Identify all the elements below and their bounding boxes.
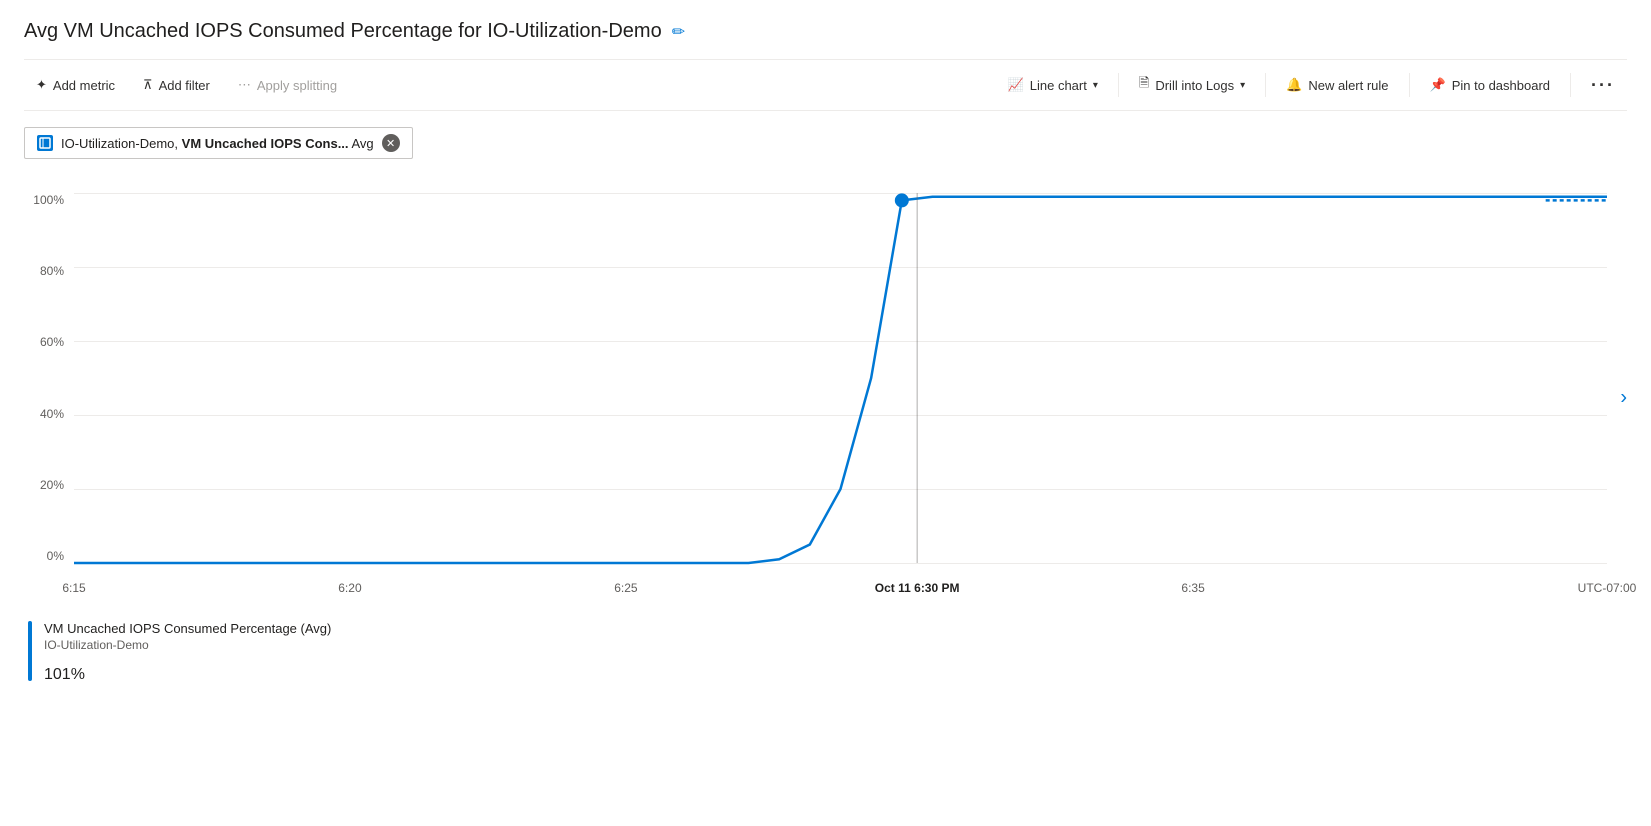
line-chart-label: Line chart [1030, 78, 1087, 93]
x-label-630: Oct 11 6:30 PM [875, 581, 960, 595]
legend-number: 101 [44, 666, 71, 683]
more-options-button[interactable]: ··· [1579, 69, 1627, 102]
legend-info: VM Uncached IOPS Consumed Percentage (Av… [44, 621, 331, 686]
x-axis: 6:15 6:20 6:25 Oct 11 6:30 PM 6:35 UTC-0… [74, 573, 1607, 613]
line-chart-button[interactable]: 📈 Line chart ▾ [996, 71, 1110, 99]
apply-splitting-label: Apply splitting [257, 78, 337, 93]
add-filter-label: Add filter [159, 78, 210, 93]
resource-icon [37, 135, 53, 151]
y-label-0: 0% [47, 549, 64, 563]
page: Avg VM Uncached IOPS Consumed Percentage… [0, 0, 1651, 826]
legend-color-bar [28, 621, 32, 681]
x-label-625: 6:25 [614, 581, 637, 595]
drill-logs-chevron: ▾ [1240, 80, 1245, 91]
metric-name: VM Uncached IOPS Cons... [182, 136, 349, 151]
add-metric-label: Add metric [53, 78, 115, 93]
page-title: Avg VM Uncached IOPS Consumed Percentage… [24, 20, 662, 43]
alert-icon: 🔔 [1286, 77, 1302, 93]
add-metric-icon: ✦ [36, 77, 47, 93]
metric-tag-text: IO-Utilization-Demo, VM Uncached IOPS Co… [61, 136, 374, 151]
new-alert-button[interactable]: 🔔 New alert rule [1274, 71, 1400, 99]
y-label-40: 40% [40, 407, 64, 421]
toolbar-separator-1 [1118, 73, 1119, 97]
legend-value: 101% [44, 654, 331, 686]
legend: VM Uncached IOPS Consumed Percentage (Av… [24, 621, 1627, 686]
line-chart-icon: 📈 [1008, 77, 1024, 93]
drill-logs-button[interactable]: 🗎 Drill into Logs ▾ [1127, 68, 1257, 102]
add-filter-button[interactable]: ⊼ Add filter [131, 71, 222, 99]
toolbar-separator-2 [1265, 73, 1266, 97]
toolbar-separator-4 [1570, 73, 1571, 97]
line-chart-chevron: ▾ [1093, 80, 1098, 91]
x-label-utc: UTC-07:00 [1578, 581, 1637, 595]
splitting-icon: ⋯ [238, 77, 251, 93]
pin-icon: 📌 [1430, 77, 1446, 93]
title-row: Avg VM Uncached IOPS Consumed Percentage… [24, 20, 1627, 43]
legend-title: VM Uncached IOPS Consumed Percentage (Av… [44, 621, 331, 636]
edit-title-icon[interactable]: ✏ [672, 22, 685, 42]
y-label-100: 100% [33, 193, 64, 207]
pin-dashboard-label: Pin to dashboard [1452, 78, 1550, 93]
drill-logs-icon: 🗎 [1139, 74, 1149, 96]
legend-subtitle: IO-Utilization-Demo [44, 638, 331, 652]
drill-logs-label: Drill into Logs [1155, 78, 1234, 93]
legend-unit: % [71, 666, 85, 683]
y-label-20: 20% [40, 478, 64, 492]
new-alert-label: New alert rule [1308, 78, 1388, 93]
y-axis: 100% 80% 60% 40% 20% 0% [24, 193, 72, 563]
filter-icon: ⊼ [143, 77, 153, 93]
x-label-615: 6:15 [62, 581, 85, 595]
next-arrow[interactable]: › [1620, 387, 1627, 410]
toolbar: ✦ Add metric ⊼ Add filter ⋯ Apply splitt… [24, 59, 1627, 111]
metric-tag-close-button[interactable]: ✕ [382, 134, 400, 152]
pin-dashboard-button[interactable]: 📌 Pin to dashboard [1418, 71, 1562, 99]
x-label-620: 6:20 [338, 581, 361, 595]
toolbar-separator-3 [1409, 73, 1410, 97]
more-icon: ··· [1591, 75, 1615, 96]
chart-area: 100% 80% 60% 40% 20% 0% 6:15 6:20 6:25 O… [24, 183, 1627, 613]
y-label-80: 80% [40, 264, 64, 278]
y-label-60: 60% [40, 335, 64, 349]
add-metric-button[interactable]: ✦ Add metric [24, 71, 127, 99]
chart-svg [74, 193, 1607, 563]
x-label-635: 6:35 [1181, 581, 1204, 595]
metric-tag: IO-Utilization-Demo, VM Uncached IOPS Co… [24, 127, 413, 159]
metric-resource: IO-Utilization-Demo, [61, 136, 178, 151]
apply-splitting-button[interactable]: ⋯ Apply splitting [226, 71, 349, 99]
